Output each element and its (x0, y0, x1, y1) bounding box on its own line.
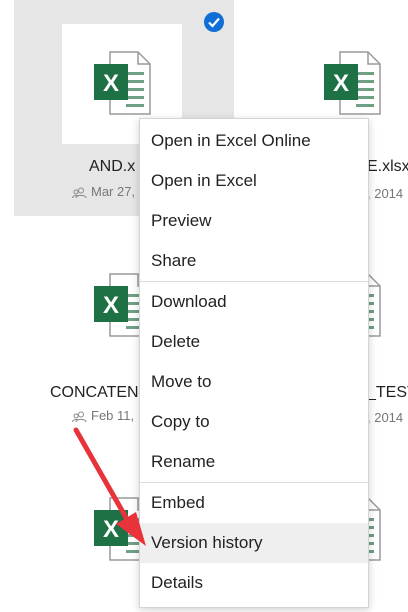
annotation-arrow (73, 427, 146, 546)
